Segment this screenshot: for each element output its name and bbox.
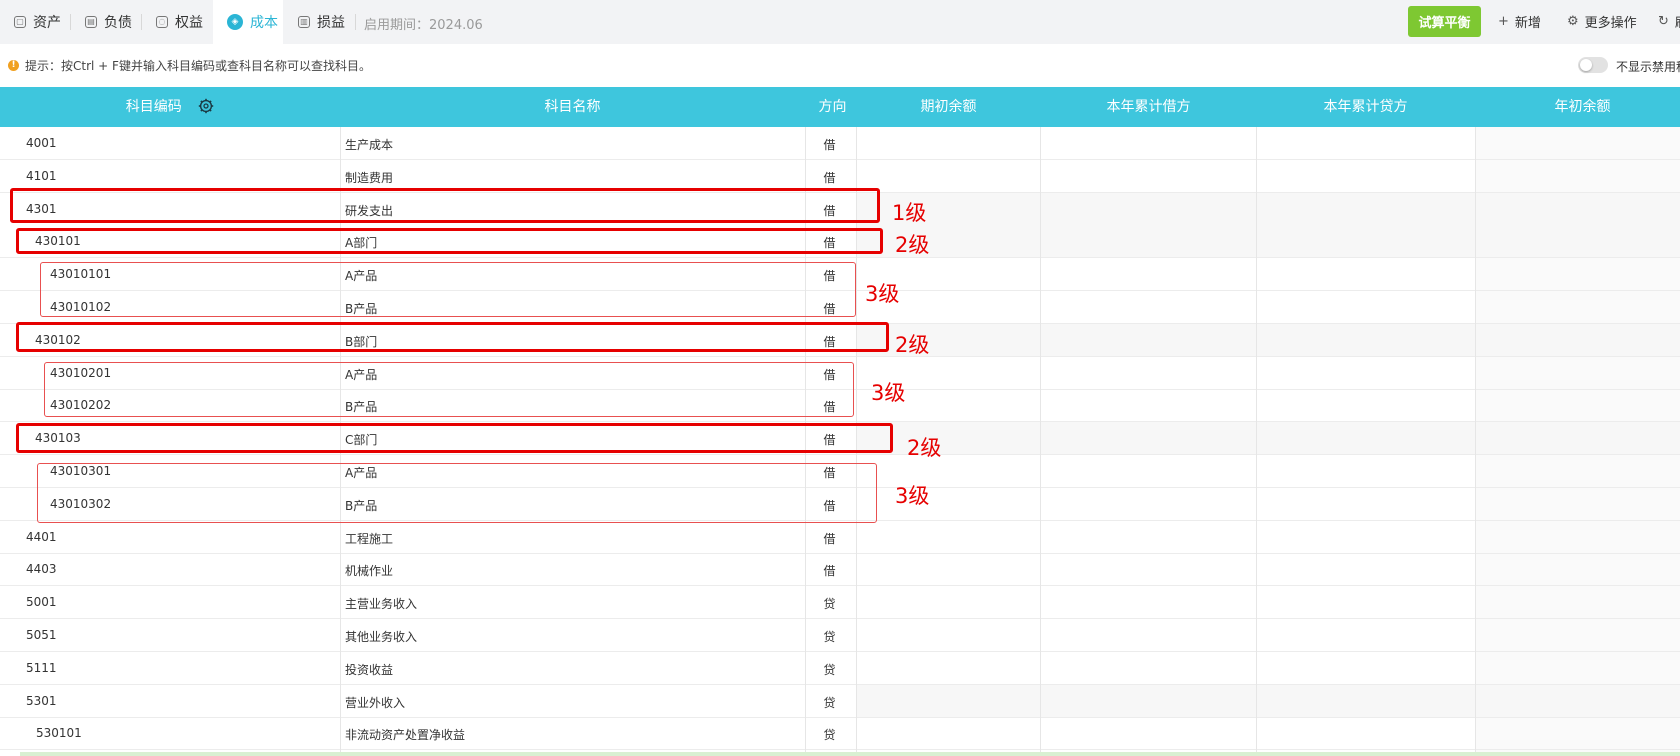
account-code: 4001 bbox=[26, 136, 57, 150]
gear-icon[interactable] bbox=[198, 98, 214, 114]
tab-cost[interactable]: ◈ 成本 bbox=[213, 0, 283, 44]
annotation-label-level3: 3级 bbox=[895, 484, 930, 508]
annotation-label-level1: 1级 bbox=[892, 201, 927, 225]
account-code: 5111 bbox=[26, 660, 57, 675]
plus-icon: + bbox=[1498, 14, 1509, 29]
account-name: 主营业务收入 bbox=[345, 597, 418, 612]
account-name: 其他业务收入 bbox=[345, 630, 418, 644]
hide-disabled-label: 不显示禁用科目 bbox=[1616, 60, 1680, 74]
column-header-ytd-credit: 本年累计贷方 bbox=[1323, 99, 1408, 115]
column-header-opening-balance: 期初余额 bbox=[920, 99, 977, 115]
annotation-box-level2 bbox=[16, 423, 893, 453]
account-code: 4401 bbox=[26, 529, 57, 544]
tab-equity[interactable]: ◌ 权益 bbox=[142, 0, 212, 44]
balance-direction: 贷 bbox=[823, 597, 836, 612]
more-actions-button[interactable]: ⚙ 更多操作 bbox=[1567, 12, 1637, 31]
balance-direction: 贷 bbox=[823, 662, 836, 677]
more-icon: ⚙ bbox=[1567, 14, 1579, 29]
annotation-label-level2: 2级 bbox=[907, 436, 942, 460]
hint-text: 提示：按Ctrl + F键并输入科目编码或查科目名称可以查找科目。 bbox=[25, 59, 371, 73]
profit-loss-icon: ▥ bbox=[298, 16, 310, 28]
account-name: 营业外收入 bbox=[345, 695, 406, 710]
asset-icon: ▢ bbox=[14, 16, 26, 28]
table-header: 科目编码 科目名称 方向 期初余额 本年累计借方 本年累计贷方 年初余额 bbox=[0, 87, 1680, 127]
column-divider bbox=[1040, 127, 1041, 756]
account-code: 5051 bbox=[26, 628, 57, 642]
equity-icon: ◌ bbox=[156, 16, 168, 28]
balance-direction: 借 bbox=[823, 138, 836, 152]
account-name: 生产成本 bbox=[345, 138, 394, 152]
column-divider bbox=[1256, 127, 1257, 756]
annotation-label-level3: 3级 bbox=[871, 381, 906, 405]
account-settings-page: ▢ 资产 ▤ 负债 ◌ 权益 ◈ 成本 ▥ 损益 启用期间：2024.06 试算… bbox=[0, 0, 1680, 756]
column-header-year-start-balance: 年初余额 bbox=[1554, 99, 1611, 115]
column-header-direction: 方向 bbox=[818, 99, 847, 115]
refresh-icon: ↻ bbox=[1658, 14, 1669, 29]
table-row[interactable]: 4401 工程施工 借 bbox=[0, 521, 1680, 554]
annotation-box-level3 bbox=[44, 362, 854, 417]
account-code: 5301 bbox=[26, 693, 57, 708]
add-button[interactable]: + 新增 bbox=[1498, 12, 1541, 31]
annotation-label-level3: 3级 bbox=[865, 282, 900, 306]
account-name: 投资收益 bbox=[345, 662, 394, 677]
trial-balance-button[interactable]: 试算平衡 bbox=[1408, 6, 1481, 37]
table-row[interactable]: 4403 机械作业 借 bbox=[0, 553, 1680, 587]
account-name: 工程施工 bbox=[345, 531, 394, 546]
annotation-box-level3 bbox=[40, 262, 856, 317]
annotation-box-level3 bbox=[37, 463, 877, 523]
balance-direction: 借 bbox=[823, 564, 836, 579]
top-bar: ▢ 资产 ▤ 负债 ◌ 权益 ◈ 成本 ▥ 损益 启用期间：2024.06 试算… bbox=[0, 0, 1680, 44]
annotation-label-level2: 2级 bbox=[895, 233, 930, 257]
warning-icon: ! bbox=[8, 60, 19, 71]
account-code: 4403 bbox=[26, 562, 57, 577]
annotation-box-level2 bbox=[16, 322, 889, 352]
balance-direction: 贷 bbox=[823, 695, 836, 710]
cost-icon: ◈ bbox=[227, 14, 243, 30]
table-row[interactable]: 5001 主营业务收入 贷 bbox=[0, 586, 1680, 620]
tab-separator bbox=[355, 14, 356, 30]
balance-direction: 借 bbox=[823, 531, 836, 546]
account-name: 非流动资产处置净收益 bbox=[345, 728, 466, 743]
balance-direction: 贷 bbox=[823, 728, 836, 743]
tab-liability[interactable]: ▤ 负债 bbox=[71, 0, 141, 44]
liability-icon: ▤ bbox=[85, 16, 97, 28]
column-divider bbox=[1475, 127, 1476, 756]
tab-profit-loss[interactable]: ▥ 损益 bbox=[284, 0, 354, 44]
selected-row-strip bbox=[20, 752, 1680, 756]
period-label: 启用期间：2024.06 bbox=[364, 18, 483, 33]
annotation-box-level2 bbox=[16, 228, 883, 254]
refresh-button[interactable]: ↻ 刷 bbox=[1658, 12, 1680, 31]
column-header-code[interactable]: 科目编码 bbox=[20, 87, 320, 127]
hide-disabled-toggle[interactable] bbox=[1578, 57, 1608, 73]
table-row[interactable]: 5301 营业外收入 贷 bbox=[0, 684, 1680, 718]
balance-direction: 贷 bbox=[823, 630, 836, 644]
account-code: 5001 bbox=[26, 595, 57, 610]
table-row[interactable]: 4001 生产成本 借 bbox=[0, 127, 1680, 160]
column-header-name: 科目名称 bbox=[544, 99, 601, 115]
account-name: 机械作业 bbox=[345, 564, 394, 579]
table-row[interactable]: 530101 非流动资产处置净收益 贷 bbox=[0, 717, 1680, 751]
column-header-ytd-debit: 本年累计借方 bbox=[1106, 99, 1191, 115]
hint-bar: ! 提示：按Ctrl + F键并输入科目编码或查科目名称可以查找科目。 bbox=[8, 57, 371, 74]
table-row[interactable]: 5111 投资收益 贷 bbox=[0, 652, 1680, 685]
annotation-label-level2: 2级 bbox=[895, 333, 930, 357]
table-row[interactable]: 5051 其他业务收入 贷 bbox=[0, 619, 1680, 652]
account-code: 530101 bbox=[36, 726, 82, 741]
toggle-knob bbox=[1580, 59, 1592, 71]
annotation-box-level1 bbox=[10, 188, 880, 223]
tab-asset[interactable]: ▢ 资产 bbox=[0, 0, 70, 44]
